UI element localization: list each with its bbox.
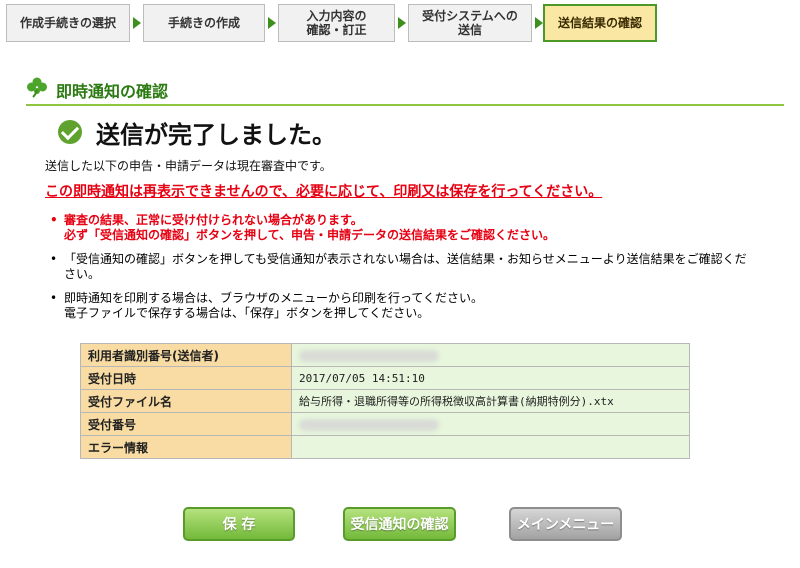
step-label: 作成手続きの選択 (19, 16, 116, 30)
row-label: 利用者識別番号(送信者) (80, 343, 292, 367)
row-value: 2017/07/05 14:51:10 (291, 366, 690, 390)
receipt-info-table: 利用者識別番号(送信者) 受付日時 2017/07/05 14:51:10 受付… (80, 343, 690, 459)
table-row: 受付日時 2017/07/05 14:51:10 (80, 366, 690, 390)
step-label-line2: 確認・訂正 (306, 23, 367, 37)
step-label: 受付システムへの 送信 (422, 9, 518, 37)
list-item: 即時通知を印刷する場合は、ブラウザのメニューから印刷を行ってください。 電子ファ… (48, 291, 788, 321)
note-line: 必ず「受信通知の確認」ボタンを押して、申告・申請データの送信結果をご確認ください… (64, 228, 556, 242)
row-label: 受付ファイル名 (80, 389, 292, 413)
main-menu-button[interactable]: メインメニュー (509, 507, 622, 541)
section-title: 即時通知の確認 (56, 82, 169, 101)
note-line: 審査の結果、正常に受け付けられない場合があります。 (64, 213, 363, 227)
button-label: 受信通知の確認 (350, 517, 449, 533)
save-button[interactable]: 保 存 (183, 507, 295, 541)
step-label: 送信結果の確認 (557, 16, 642, 30)
progress-steps: 作成手続きの選択 手続きの作成 入力内容の 確認・訂正 受付システムへの 送信 … (0, 0, 800, 46)
list-item: 審査の結果、正常に受け付けられない場合があります。 必ず「受信通知の確認」ボタン… (48, 213, 788, 243)
table-row: 受付番号 (80, 412, 690, 436)
table-row: エラー情報 (80, 435, 690, 459)
row-value (291, 435, 690, 459)
row-value (291, 412, 690, 436)
row-value: 給与所得・退職所得等の所得税徴収高計算書(納期特例分).xtx (291, 389, 690, 413)
step-label: 手続きの作成 (167, 16, 240, 30)
completion-message: 送信が完了しました。 (58, 117, 336, 149)
step-arrow-icon (398, 17, 406, 29)
step-check-result: 送信結果の確認 (543, 4, 657, 42)
check-circle-icon (58, 120, 82, 144)
receipt-confirm-button[interactable]: 受信通知の確認 (343, 507, 456, 541)
notes-list: 審査の結果、正常に受け付けられない場合があります。 必ず「受信通知の確認」ボタン… (48, 213, 788, 330)
note-line: 「受信通知の確認」ボタンを押しても受信通知が表示されない場合は、送信結果・お知ら… (64, 252, 747, 266)
button-label: メインメニュー (516, 517, 615, 533)
completion-title: 送信が完了しました。 (96, 120, 336, 149)
row-label: 受付日時 (80, 366, 292, 390)
clover-icon (27, 77, 47, 98)
row-label: 受付番号 (80, 412, 292, 436)
step-arrow-icon (133, 17, 141, 29)
step-label-line1: 入力内容の (306, 9, 367, 23)
note-line: 即時通知を印刷する場合は、ブラウザのメニューから印刷を行ってください。 (64, 291, 484, 305)
section-header: 即時通知の確認 (26, 74, 784, 106)
step-confirm-input: 入力内容の 確認・訂正 (278, 4, 395, 42)
redacted-value (299, 349, 439, 362)
step-arrow-icon (535, 17, 543, 29)
note-line: 電子ファイルで保存する場合は、「保存」ボタンを押してください。 (64, 306, 430, 320)
step-select-procedure: 作成手続きの選択 (6, 4, 130, 42)
step-label-line1: 受付システムへの (422, 9, 518, 23)
row-value (291, 343, 690, 367)
redacted-value (299, 418, 439, 431)
step-label: 入力内容の 確認・訂正 (306, 9, 366, 37)
step-label-line2: 送信 (457, 23, 482, 37)
button-label: 保 存 (222, 517, 256, 533)
list-item: 「受信通知の確認」ボタンを押しても受信通知が表示されない場合は、送信結果・お知ら… (48, 252, 788, 282)
lead-text: 送信した以下の申告・申請データは現在審査中です。 (45, 159, 332, 173)
step-send: 受付システムへの 送信 (408, 4, 532, 42)
step-arrow-icon (268, 17, 276, 29)
warning-text: この即時通知は再表示できませんので、必要に応じて、印刷又は保存を行ってください。 (45, 184, 603, 200)
table-row: 利用者識別番号(送信者) (80, 343, 690, 367)
step-create-procedure: 手続きの作成 (143, 4, 265, 42)
table-row: 受付ファイル名 給与所得・退職所得等の所得税徴収高計算書(納期特例分).xtx (80, 389, 690, 413)
row-label: エラー情報 (80, 435, 292, 459)
note-line: さい。 (64, 267, 101, 281)
